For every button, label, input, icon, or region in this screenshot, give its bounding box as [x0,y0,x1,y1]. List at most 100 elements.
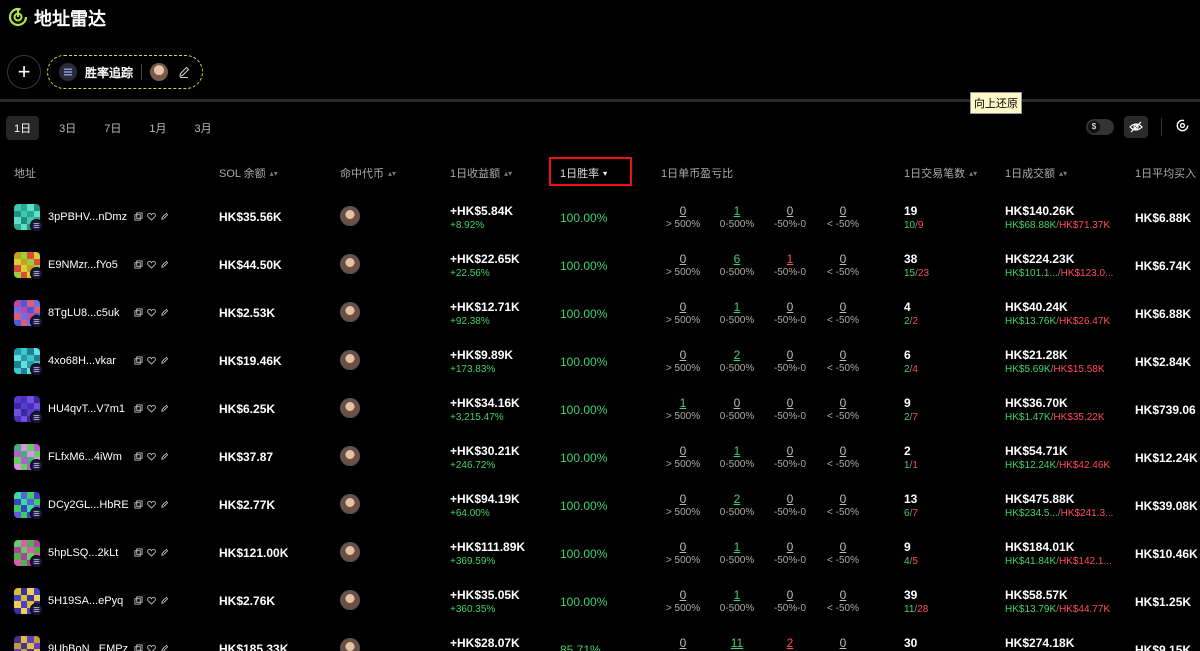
dist-value[interactable]: 0 [657,492,709,506]
wallet-address[interactable]: E9NMzr...fYo5 [48,259,118,271]
dist-value[interactable]: 1 [711,540,763,554]
heart-icon[interactable] [146,212,156,221]
hit-token-avatar[interactable] [340,542,360,562]
heart-icon[interactable] [146,596,156,605]
wallet-address[interactable]: 3pPBHV...nDmz [48,211,127,223]
tab-1m[interactable]: 1月 [141,116,174,140]
dist-cell[interactable]: 0 -50%-0 [764,204,816,230]
dist-value[interactable]: 0 [764,204,816,218]
dist-cell[interactable]: 0< -50% [817,396,869,422]
heart-icon[interactable] [146,548,156,557]
tab-7d[interactable]: 7日 [96,116,129,140]
dist-cell[interactable]: 0< -50% [817,636,869,651]
dist-value[interactable]: 1 [711,204,763,218]
edit-icon[interactable] [177,65,191,79]
copy-icon[interactable] [134,260,143,269]
hide-balance-button[interactable] [1124,116,1148,138]
wallet-address[interactable]: 5H19SA...ePyq [48,595,123,607]
edit-icon[interactable] [160,452,169,461]
dist-value[interactable]: 0 [817,540,869,554]
hit-token-avatar[interactable] [340,350,360,370]
tab-3m[interactable]: 3月 [187,116,220,140]
dist-value[interactable]: 1 [657,396,709,410]
table-row[interactable]: 3pPBHV...nDmz HK$35.56K +HK$5.84K +8.92% 100… [0,203,1200,251]
dist-cell[interactable]: 0 -50%-0 [764,588,816,614]
dist-value[interactable]: 0 [657,588,709,602]
copy-icon[interactable] [134,404,143,413]
heart-icon[interactable] [146,452,156,461]
dist-cell[interactable]: 0 -50%-0 [764,540,816,566]
dist-cell[interactable]: 0< -50% [817,204,869,230]
dist-cell[interactable]: 6 0-500% [711,252,763,278]
dist-value[interactable]: 0 [764,396,816,410]
heart-icon[interactable] [146,644,156,651]
wallet-address[interactable]: DCy2GL...HbRE [48,499,129,511]
tab-3d[interactable]: 3日 [51,116,84,140]
dist-cell[interactable]: 2 0-500% [711,348,763,374]
dist-value[interactable]: 0 [657,204,709,218]
dist-value[interactable]: 0 [817,588,869,602]
dist-value[interactable]: 0 [657,636,709,650]
col-hit[interactable]: 命中代币 ▴▾ [340,165,396,181]
hit-token-avatar[interactable] [340,398,360,418]
dist-cell[interactable]: 1 > 500% [657,396,709,422]
dist-value[interactable]: 0 [764,444,816,458]
dist-value[interactable]: 0 [657,252,709,266]
copy-icon[interactable] [134,644,143,651]
dist-value[interactable]: 0 [764,348,816,362]
dist-cell[interactable]: 1 0-500% [711,540,763,566]
table-row[interactable]: E9NMzr...fYo5 HK$44.50K +HK$22.65K +22.56% 1… [0,251,1200,299]
col-volume[interactable]: 1日成交额 ▴▾ [1005,165,1067,181]
dist-cell[interactable]: 0< -50% [817,252,869,278]
col-avgbuy[interactable]: 1日平均买入 [1135,165,1196,181]
add-tag-button[interactable]: + [7,55,41,89]
dist-cell[interactable]: 0> 500% [657,444,709,470]
dist-value[interactable]: 0 [657,540,709,554]
copy-icon[interactable] [134,548,143,557]
dist-value[interactable]: 0 [764,492,816,506]
edit-icon[interactable] [160,308,169,317]
wallet-address[interactable]: 9UbBoN...EMPz [48,643,128,651]
dist-value[interactable]: 11 [711,636,763,650]
wallet-address[interactable]: HU4qvT...V7m1 [48,403,125,415]
hit-token-avatar[interactable] [340,254,360,274]
tag-pill-winrate[interactable]: 胜率追踪 [47,55,203,89]
copy-icon[interactable] [134,452,143,461]
dist-cell[interactable]: 0> 500% [657,636,709,651]
hit-token-avatar[interactable] [340,206,360,226]
dist-cell[interactable]: 1 0-500% [711,300,763,326]
dist-value[interactable]: 0 [764,540,816,554]
dist-value[interactable]: 2 [711,492,763,506]
heart-icon[interactable] [146,500,156,509]
dist-value[interactable]: 1 [711,444,763,458]
edit-icon[interactable] [160,500,169,509]
heart-icon[interactable] [146,260,156,269]
dist-cell[interactable]: 0> 500% [657,204,709,230]
copy-icon[interactable] [134,596,143,605]
edit-icon[interactable] [160,404,169,413]
edit-icon[interactable] [160,644,169,651]
dist-cell[interactable]: 2-50%-0 [764,636,816,651]
col-txcount[interactable]: 1日交易笔数 ▴▾ [904,165,977,181]
hit-token-avatar[interactable] [340,302,360,322]
tab-1d[interactable]: 1日 [6,116,40,140]
dist-cell[interactable]: 2 0-500% [711,492,763,518]
currency-toggle[interactable]: $ [1086,119,1114,135]
dist-value[interactable]: 2 [764,636,816,650]
dist-cell[interactable]: 1 0-500% [711,588,763,614]
dist-value[interactable]: 0 [817,300,869,314]
table-row[interactable]: 8TgLU8...c5uk HK$2.53K +HK$12.71K +92.38% 10… [0,299,1200,347]
dist-value[interactable]: 2 [711,348,763,362]
edit-icon[interactable] [160,260,169,269]
dist-cell[interactable]: 1 0-500% [711,444,763,470]
edit-icon[interactable] [160,356,169,365]
table-row[interactable]: 9UbBoN...EMPz HK$185.33K +HK$28.07K 85.71% 0… [0,635,1200,651]
export-button[interactable] [1176,119,1189,132]
dist-cell[interactable]: 110-500% [711,636,763,651]
dist-value[interactable]: 0 [817,204,869,218]
dist-cell[interactable]: 0 -50%-0 [764,300,816,326]
dist-cell[interactable]: 0 -50%-0 [764,348,816,374]
hit-token-avatar[interactable] [340,638,360,651]
table-row[interactable]: DCy2GL...HbRE HK$2.77K +HK$94.19K +64.00% 10… [0,491,1200,539]
hit-token-avatar[interactable] [340,446,360,466]
